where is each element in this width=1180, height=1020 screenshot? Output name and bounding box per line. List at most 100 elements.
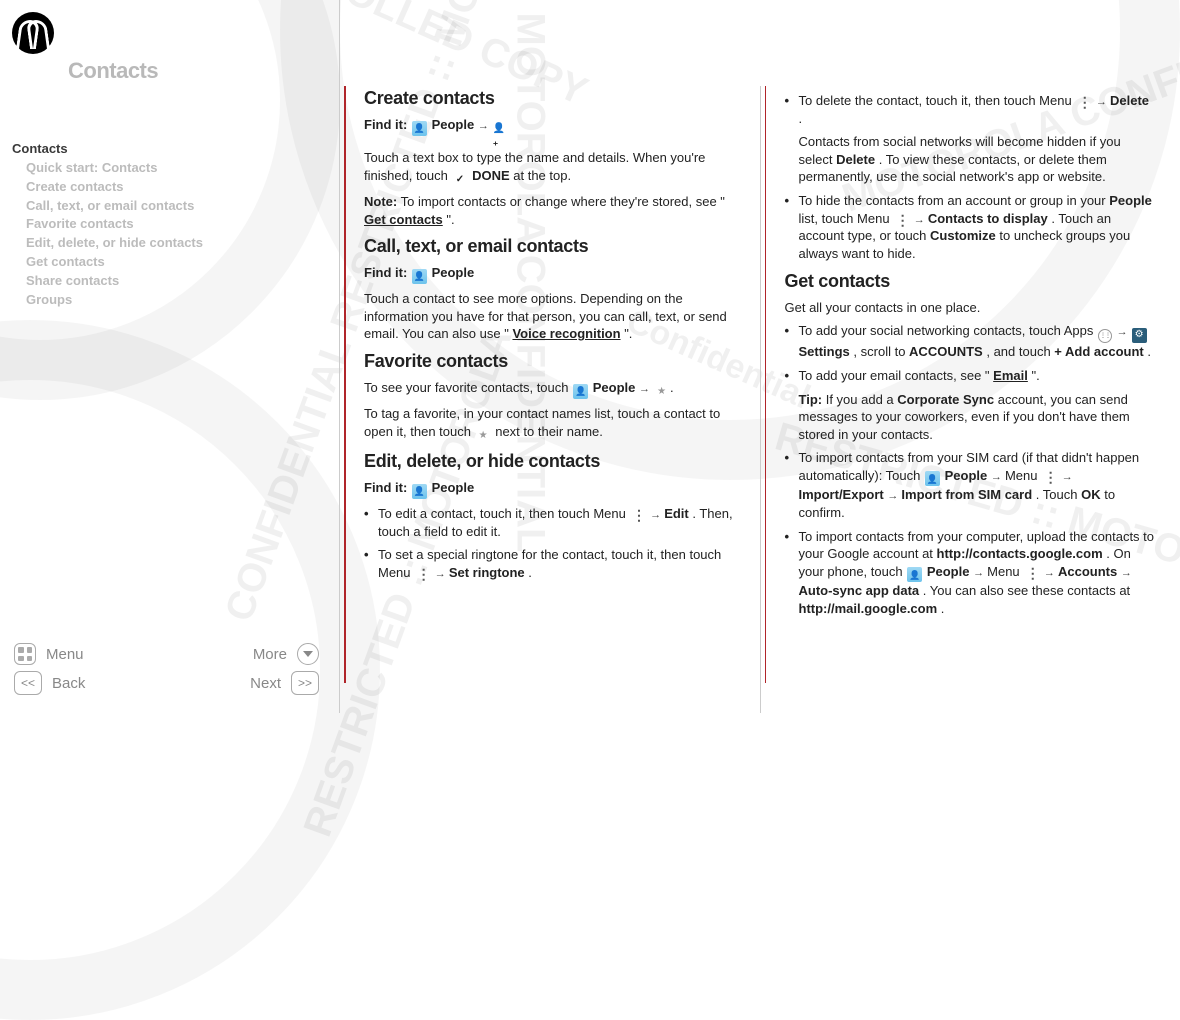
arrow-icon [478,117,492,132]
findit-create: Find it: People [364,116,736,143]
tip-label: Tip: [799,392,823,407]
contacts-to-display-label: Contacts to display [928,211,1048,226]
text: ". [446,212,454,227]
url-mail-google[interactable]: http://mail.google.com [799,601,938,616]
people-bold: People [1109,193,1152,208]
get-list: To add your social networking contacts, … [785,322,1157,617]
check-icon [452,172,467,187]
link-email[interactable]: Email [993,368,1028,383]
list-item: To edit a contact, touch it, then touch … [364,505,736,540]
list-item: To add your social networking contacts, … [785,322,1157,361]
findit-label-3: Find it: [364,480,407,495]
heading-get-contacts: Get contacts [785,269,1157,293]
nav-get-contacts[interactable]: Get contacts [12,253,319,272]
tip-paragraph: Tip: If you add a Corporate Sync account… [799,391,1157,444]
menu-dots-icon [894,212,909,227]
import-export-label: Import/Export [799,487,884,502]
settings-label: Settings [799,344,850,359]
arrow-icon [1044,564,1058,579]
get-intro: Get all your contacts in one place. [785,299,1157,317]
url-contacts-google[interactable]: http://contacts.google.com [937,546,1103,561]
star-icon [654,384,669,399]
nav-quick-start[interactable]: Quick start: Contacts [12,159,319,178]
auto-sync-label: Auto-sync app data [799,583,920,598]
text: . [528,565,532,580]
text: . You can also see these contacts at [923,583,1130,598]
list-item: To import contacts from your computer, u… [785,528,1157,618]
sidebar-nav: Contacts Quick start: Contacts Create co… [12,140,319,310]
list-item: To add your email contacts, see " Email … [785,367,1157,443]
motorola-logo [12,12,54,54]
people-label-1: People [432,117,475,132]
menu-dots-icon [631,507,646,522]
arrow-icon [650,506,664,521]
accounts-label: ACCOUNTS [909,344,983,359]
arrow-icon [639,380,653,395]
column-1: Create contacts Find it: People Touch a … [340,86,760,713]
menu-label[interactable]: Menu [46,646,84,663]
text: , scroll to [853,344,909,359]
menu-dots-icon [1042,469,1057,484]
next-label[interactable]: Next [250,675,281,692]
call-paragraph: Touch a contact to see more options. Dep… [364,290,736,343]
people-label-2: People [432,265,475,280]
more-label[interactable]: More [253,646,287,663]
settings-icon [1132,328,1147,343]
arrow-icon [435,565,449,580]
add-account-label: + Add account [1054,344,1143,359]
next-icon[interactable]: >> [291,671,319,695]
nav-call-text-email[interactable]: Call, text, or email contacts [12,197,319,216]
nav-groups[interactable]: Groups [12,291,319,310]
text: . [1147,344,1151,359]
heading-create-contacts: Create contacts [364,86,736,110]
nav-edit-delete-hide[interactable]: Edit, delete, or hide contacts [12,234,319,253]
text: To add your social networking contacts, … [799,323,1097,338]
nav-create-contacts[interactable]: Create contacts [12,178,319,197]
people-icon [573,384,588,399]
people-label-4: People [432,480,475,495]
corporate-sync-label: Corporate Sync [897,392,994,407]
people-bold: People [927,564,970,579]
page-title: Contacts [12,58,319,84]
findit-call: Find it: People [364,264,736,284]
arrow-icon [991,468,1005,483]
text: ". [1031,368,1039,383]
text: . [941,601,945,616]
set-ringtone-label: Set ringtone [449,565,525,580]
text: To hide the contacts from an account or … [799,193,1110,208]
content: Create contacts Find it: People Touch a … [340,0,1180,713]
fav-paragraph-1: To see your favorite contacts, touch Peo… [364,379,736,399]
people-icon [907,567,922,582]
nav-favorite-contacts[interactable]: Favorite contacts [12,215,319,234]
people-icon [412,484,427,499]
star-icon [476,428,491,443]
add-person-icon [493,128,508,143]
people-icon [412,121,427,136]
edit-label: Edit [664,506,689,521]
nav-share-contacts[interactable]: Share contacts [12,272,319,291]
arrow-icon [1062,468,1073,483]
back-icon[interactable]: << [14,671,42,695]
findit-label-2: Find it: [364,265,407,280]
text: next to their name. [495,424,603,439]
customize-label: Customize [930,228,996,243]
text: To import contacts or change where they'… [401,194,725,209]
arrow-icon [973,564,987,579]
findit-edit: Find it: People [364,479,736,499]
list-item: To set a special ringtone for the contac… [364,546,736,581]
text: To edit a contact, touch it, then touch … [378,506,630,521]
text: . Touch [1036,487,1081,502]
arrow-icon [1117,323,1131,338]
more-icon[interactable] [297,643,319,665]
menu-icon[interactable] [14,643,36,665]
nav-contacts[interactable]: Contacts [12,140,319,159]
pager-nav: Menu More << Back Next >> [12,629,319,701]
done-label: DONE [472,168,510,183]
text: To add your email contacts, see " [799,368,990,383]
text: list, touch Menu [799,211,894,226]
delete-hide-list: To delete the contact, touch it, then to… [785,92,1157,263]
column-2: To delete the contact, touch it, then to… [760,86,1180,713]
link-voice-recognition[interactable]: Voice recognition [512,326,620,341]
back-label[interactable]: Back [52,675,85,692]
link-get-contacts[interactable]: Get contacts [364,212,443,227]
